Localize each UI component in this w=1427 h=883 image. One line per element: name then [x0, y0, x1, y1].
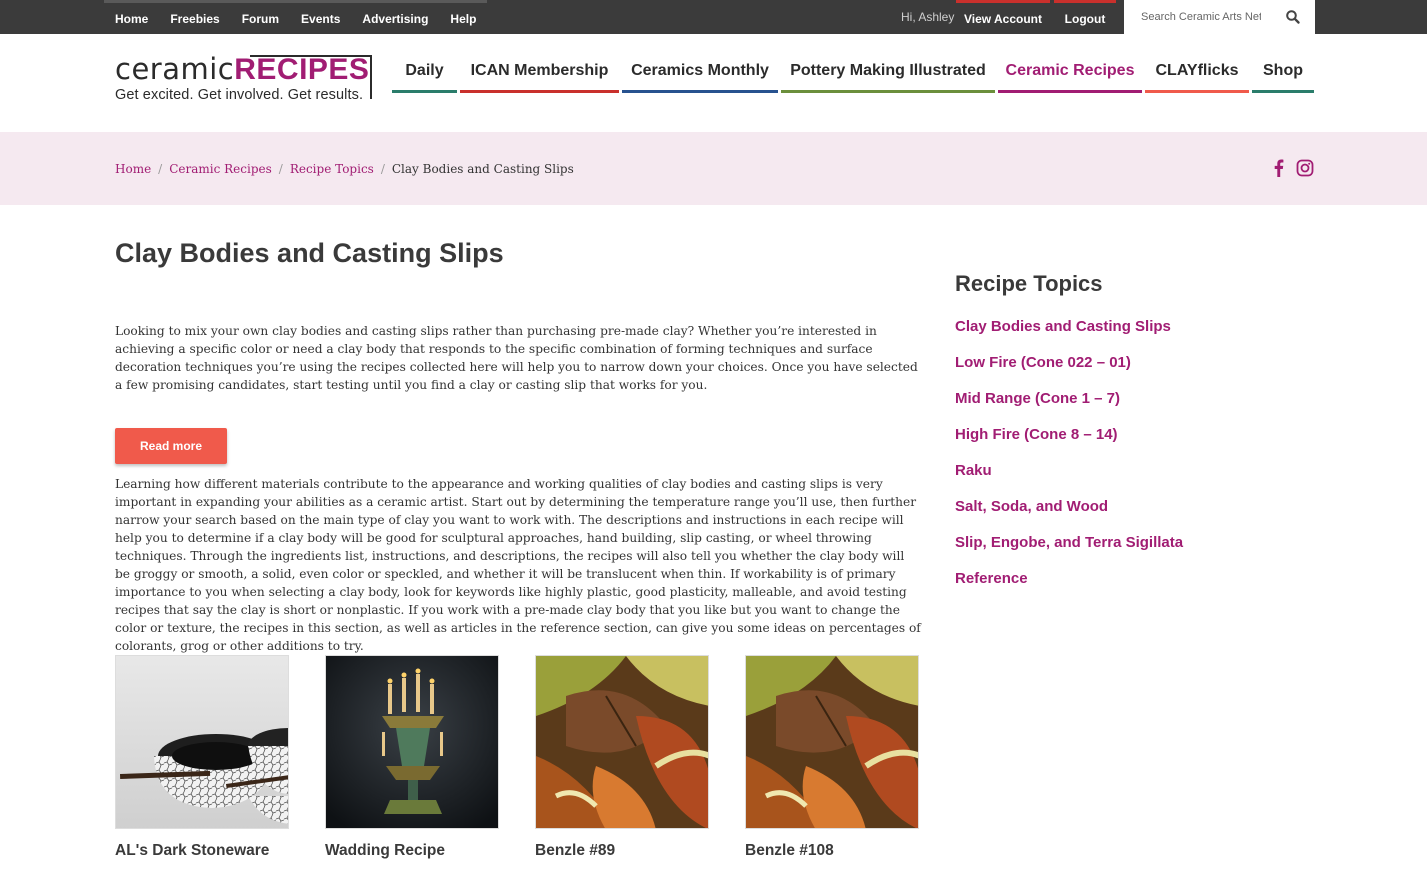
recipe-thumbnail-benzle-89[interactable] [535, 655, 709, 829]
logo-word-ceramic: ceramic [115, 52, 235, 86]
topic-link-clay-bodies[interactable]: Clay Bodies and Casting Slips [955, 318, 1171, 335]
list-item: Slip, Engobe, and Terra Sigillata [955, 534, 1183, 570]
breadcrumb-band: Home / Ceramic Recipes / Recipe Topics /… [0, 132, 1427, 205]
nav-item-pottery-making-illustrated[interactable]: Pottery Making Illustrated [781, 58, 995, 93]
recipe-card: Wadding Recipe [325, 655, 499, 860]
logo-frame [250, 55, 372, 99]
user-greeting: Hi, Ashley [901, 10, 955, 24]
read-more-button[interactable]: Read more [115, 428, 227, 464]
recipe-card: Benzle #89 [535, 655, 709, 860]
search-icon[interactable] [1285, 9, 1301, 25]
site-search [1124, 0, 1315, 34]
utility-link-forum[interactable]: Forum [231, 5, 290, 33]
recipe-title[interactable]: Benzle #89 [535, 842, 709, 860]
body-paragraph: Learning how different materials contrib… [115, 477, 921, 653]
breadcrumb-separator: / [380, 162, 385, 176]
recipe-title[interactable]: AL's Dark Stoneware [115, 842, 289, 860]
list-item: Salt, Soda, and Wood [955, 498, 1183, 534]
breadcrumb-recipe-topics[interactable]: Recipe Topics [290, 162, 374, 176]
candelabra-image [326, 656, 498, 828]
nav-item-shop[interactable]: Shop [1252, 58, 1314, 93]
topic-link-slip-engobe[interactable]: Slip, Engobe, and Terra Sigillata [955, 534, 1183, 551]
utility-link-events[interactable]: Events [290, 5, 351, 33]
recipe-thumbnail-benzle-108[interactable] [745, 655, 919, 829]
recipe-card: AL's Dark Stoneware [115, 655, 289, 860]
nav-item-daily[interactable]: Daily [392, 58, 457, 93]
main-nav: Daily ICAN Membership Ceramics Monthly P… [392, 58, 1317, 93]
view-account-button[interactable]: View Account [956, 0, 1050, 34]
list-item: Reference [955, 570, 1183, 606]
recipe-title[interactable]: Wadding Recipe [325, 842, 499, 860]
utility-link-help[interactable]: Help [439, 5, 487, 33]
utility-link-freebies[interactable]: Freebies [159, 5, 230, 33]
breadcrumb-current: Clay Bodies and Casting Slips [391, 162, 574, 176]
recipe-card: Benzle #108 [745, 655, 919, 860]
page-title: Clay Bodies and Casting Slips [115, 238, 504, 268]
search-input[interactable] [1141, 11, 1261, 23]
utility-link-advertising[interactable]: Advertising [351, 5, 439, 33]
nav-item-ceramics-monthly[interactable]: Ceramics Monthly [622, 58, 778, 93]
breadcrumb-home[interactable]: Home [115, 162, 151, 176]
social-links [1270, 159, 1314, 177]
utility-bar: Home Freebies Forum Events Advertising H… [0, 0, 1427, 34]
breadcrumb-ceramic-recipes[interactable]: Ceramic Recipes [169, 162, 272, 176]
logout-button[interactable]: Logout [1054, 0, 1116, 34]
utility-nav: Home Freebies Forum Events Advertising H… [104, 0, 488, 34]
breadcrumb-separator: / [278, 162, 283, 176]
topic-link-raku[interactable]: Raku [955, 462, 992, 479]
instagram-icon[interactable] [1296, 159, 1314, 177]
list-item: Raku [955, 462, 1183, 498]
intro-paragraph: Looking to mix your own clay bodies and … [115, 324, 918, 392]
topic-link-high-fire[interactable]: High Fire (Cone 8 – 14) [955, 426, 1118, 443]
recipe-topics-list: Clay Bodies and Casting Slips Low Fire (… [955, 318, 1183, 606]
topic-link-low-fire[interactable]: Low Fire (Cone 022 – 01) [955, 354, 1131, 371]
utility-link-home[interactable]: Home [104, 5, 159, 33]
breadcrumb: Home / Ceramic Recipes / Recipe Topics /… [115, 162, 574, 176]
site-logo[interactable]: ceramicRECIPES Get excited. Get involved… [115, 53, 375, 103]
leaf-porcelain-image [536, 656, 708, 828]
list-item: Clay Bodies and Casting Slips [955, 318, 1183, 354]
nav-item-ican-membership[interactable]: ICAN Membership [460, 58, 619, 93]
nav-item-clayflicks[interactable]: CLAYflicks [1145, 58, 1249, 93]
topic-link-salt-soda-wood[interactable]: Salt, Soda, and Wood [955, 498, 1108, 515]
breadcrumb-separator: / [158, 162, 163, 176]
topic-link-mid-range[interactable]: Mid Range (Cone 1 – 7) [955, 390, 1120, 407]
nav-item-ceramic-recipes[interactable]: Ceramic Recipes [998, 58, 1142, 93]
facebook-icon[interactable] [1270, 159, 1288, 177]
topic-link-reference[interactable]: Reference [955, 570, 1028, 587]
recipe-cards: AL's Dark Stoneware Wadding Recipe Benzl… [115, 655, 919, 860]
list-item: Low Fire (Cone 022 – 01) [955, 354, 1183, 390]
list-item: Mid Range (Cone 1 – 7) [955, 390, 1183, 426]
leaf-porcelain-image [746, 656, 918, 828]
recipe-title[interactable]: Benzle #108 [745, 842, 919, 860]
stoneware-bowls-image [116, 656, 288, 828]
recipe-thumbnail-wadding-recipe[interactable] [325, 655, 499, 829]
recipe-thumbnail-als-dark-stoneware[interactable] [115, 655, 289, 829]
sidebar-title: Recipe Topics [955, 271, 1103, 296]
list-item: High Fire (Cone 8 – 14) [955, 426, 1183, 462]
